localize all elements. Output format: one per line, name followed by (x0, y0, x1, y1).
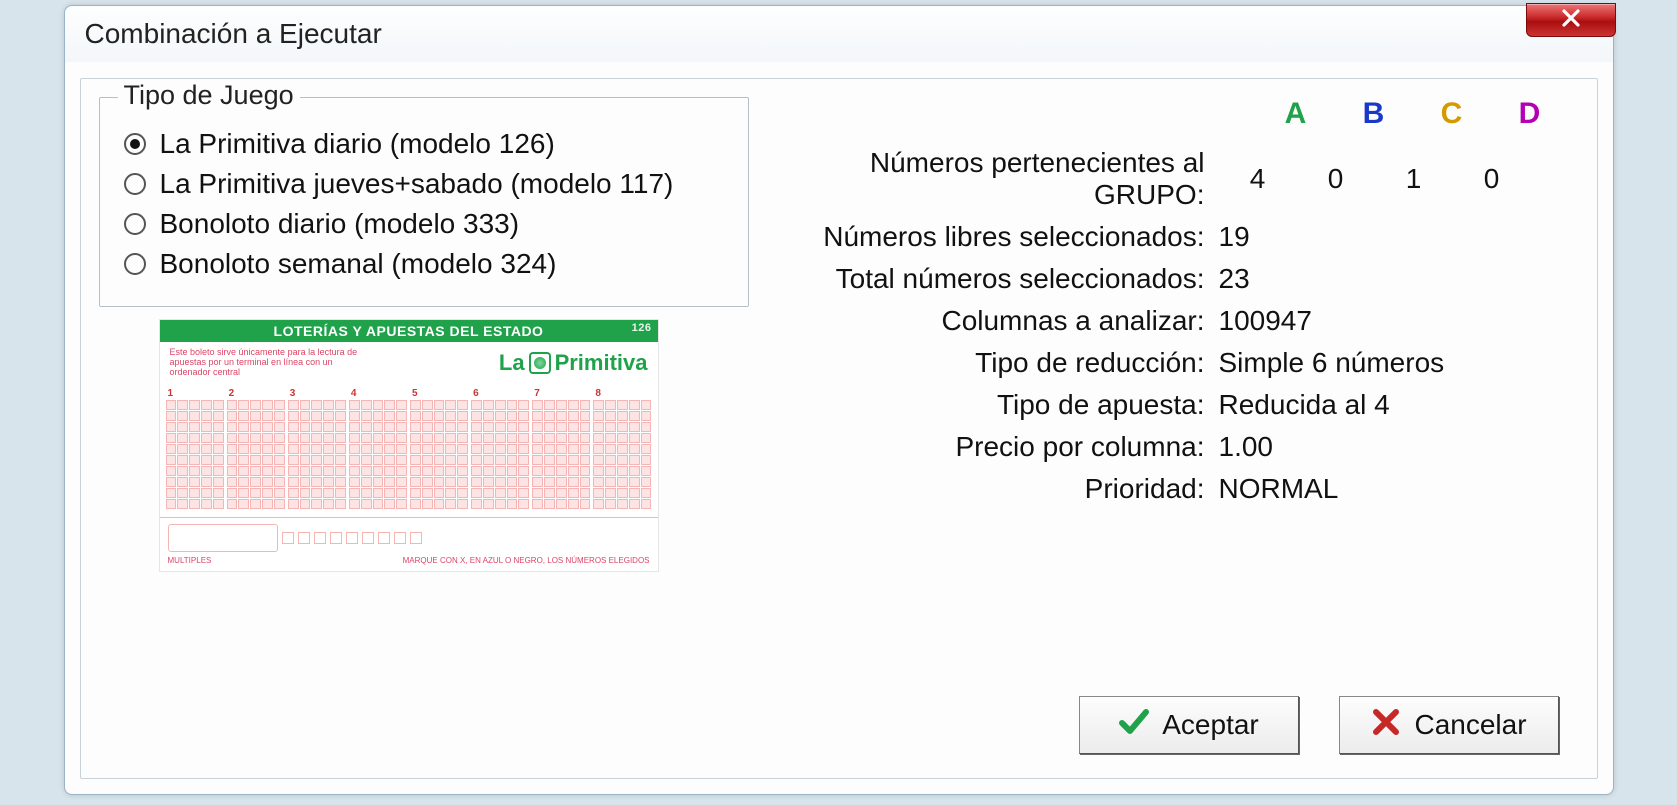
stat-label: Prioridad: (789, 473, 1219, 505)
stat-label: Tipo de reducción: (789, 347, 1219, 379)
stats-panel: Números pertenecientes al GRUPO: 4 0 1 0… (789, 137, 1569, 515)
radio-label: La Primitiva jueves+sabado (modelo 117) (160, 168, 674, 200)
group-value-c: 1 (1375, 163, 1453, 195)
titlebar: Combinación a Ejecutar (65, 6, 1613, 62)
radio-icon (124, 213, 146, 235)
radio-primitiva-diario[interactable]: La Primitiva diario (modelo 126) (124, 128, 724, 160)
ticket-grid: 12345678 (160, 384, 658, 517)
game-type-legend: Tipo de Juego (118, 80, 300, 111)
ticket-footer-right: MARQUE CON X, EN AZUL O NEGRO, LOS NÚMER… (403, 556, 650, 565)
radio-label: Bonoloto diario (modelo 333) (160, 208, 520, 240)
stat-total-numbers: Total números seleccionados: 23 (789, 263, 1569, 295)
stat-price: Precio por columna: 1.00 (789, 431, 1569, 463)
stat-priority: Prioridad: NORMAL (789, 473, 1569, 505)
close-button[interactable] (1526, 3, 1616, 37)
stat-columns: Columnas a analizar: 100947 (789, 305, 1569, 337)
stat-value: 19 (1219, 221, 1569, 253)
stat-value: 1.00 (1219, 431, 1569, 463)
stat-label: Precio por columna: (789, 431, 1219, 463)
radio-icon (124, 173, 146, 195)
stat-label: Números pertenecientes al GRUPO: (789, 147, 1219, 211)
group-letter-a: A (1257, 97, 1335, 131)
stat-group-numbers: Números pertenecientes al GRUPO: 4 0 1 0 (789, 147, 1569, 211)
stat-value: 23 (1219, 263, 1569, 295)
ticket-header-text: LOTERÍAS Y APUESTAS DEL ESTADO (274, 323, 544, 339)
stat-value: NORMAL (1219, 473, 1569, 505)
group-letter-b: B (1335, 97, 1413, 131)
accept-label: Aceptar (1162, 709, 1259, 741)
ticket-subheader: Este boleto sirve únicamente para la lec… (160, 342, 658, 384)
group-letter-d: D (1491, 97, 1569, 131)
close-icon (1559, 6, 1583, 35)
window-title: Combinación a Ejecutar (85, 18, 382, 50)
radio-label: Bonoloto semanal (modelo 324) (160, 248, 557, 280)
radio-label: La Primitiva diario (modelo 126) (160, 128, 555, 160)
accept-button[interactable]: Aceptar (1079, 696, 1299, 754)
stat-label: Total números seleccionados: (789, 263, 1219, 295)
ticket-preview: LOTERÍAS Y APUESTAS DEL ESTADO 126 Este … (159, 319, 659, 572)
radio-primitiva-jueves-sabado[interactable]: La Primitiva jueves+sabado (modelo 117) (124, 168, 724, 200)
stat-value: 100947 (1219, 305, 1569, 337)
ticket-header: LOTERÍAS Y APUESTAS DEL ESTADO 126 (160, 320, 658, 342)
group-value-b: 0 (1297, 163, 1375, 195)
left-column: Tipo de Juego La Primitiva diario (model… (99, 97, 749, 760)
ticket-model: 126 (632, 322, 652, 334)
ticket-note: Este boleto sirve únicamente para la lec… (170, 348, 370, 378)
stat-label: Columnas a analizar: (789, 305, 1219, 337)
ticket-footer: MULTIPLES MARQUE CON X, EN AZUL O NEGRO,… (160, 517, 658, 571)
stat-label: Tipo de apuesta: (789, 389, 1219, 421)
cancel-label: Cancelar (1414, 709, 1526, 741)
radio-bonoloto-diario[interactable]: Bonoloto diario (modelo 333) (124, 208, 724, 240)
dialog-window: Combinación a Ejecutar Tipo de Juego La … (64, 5, 1614, 795)
client-area: Tipo de Juego La Primitiva diario (model… (80, 78, 1598, 779)
right-column: A B C D Números pertenecientes al GRUPO:… (749, 97, 1579, 760)
ticket-brand-icon (529, 352, 551, 374)
stat-label: Números libres seleccionados: (789, 221, 1219, 253)
stat-reduction: Tipo de reducción: Simple 6 números (789, 347, 1569, 379)
group-letters: A B C D (789, 97, 1569, 131)
x-icon (1370, 706, 1402, 745)
radio-bonoloto-semanal[interactable]: Bonoloto semanal (modelo 324) (124, 248, 724, 280)
stat-free-numbers: Números libres seleccionados: 19 (789, 221, 1569, 253)
cancel-button[interactable]: Cancelar (1339, 696, 1559, 754)
radio-icon (124, 253, 146, 275)
group-value-a: 4 (1219, 163, 1297, 195)
stat-group-values: 4 0 1 0 (1219, 163, 1569, 195)
stat-value: Simple 6 números (1219, 347, 1569, 379)
ticket-brand-right: Primitiva (555, 350, 648, 376)
radio-icon (124, 133, 146, 155)
check-icon (1118, 706, 1150, 745)
ticket-footer-left: MULTIPLES (168, 556, 212, 565)
game-type-group: Tipo de Juego La Primitiva diario (model… (99, 97, 749, 307)
ticket-brand: La Primitiva (499, 350, 648, 376)
ticket-brand-left: La (499, 350, 525, 376)
stat-value: Reducida al 4 (1219, 389, 1569, 421)
group-value-d: 0 (1453, 163, 1531, 195)
button-row: Aceptar Cancelar (789, 696, 1569, 760)
group-letter-c: C (1413, 97, 1491, 131)
stat-bet-type: Tipo de apuesta: Reducida al 4 (789, 389, 1569, 421)
